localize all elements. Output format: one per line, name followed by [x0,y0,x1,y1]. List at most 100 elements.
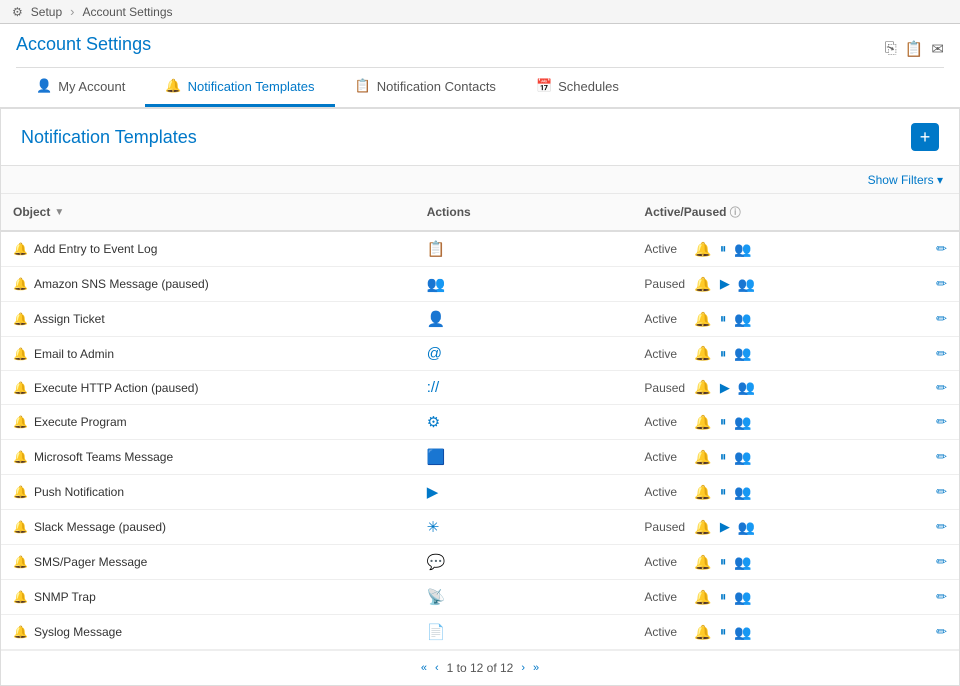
bell-action-icon[interactable]: 🔔 [694,624,711,641]
info-icon: ⓘ [730,207,741,219]
users-icon[interactable]: 👥 [738,379,755,396]
edit-icon[interactable]: ✏ [936,414,947,429]
users-icon[interactable]: 👥 [738,276,755,293]
paste-icon[interactable]: 📋 [905,40,924,58]
pause-icon[interactable]: ⏸ [720,414,727,430]
action-type-icon: :// [427,379,440,396]
cell-edit: ✏ [872,545,959,580]
tabs: 👤 My Account 🔔 Notification Templates 📋 … [16,67,944,107]
bell-action-icon[interactable]: 🔔 [694,519,711,536]
edit-icon[interactable]: ✏ [936,380,947,395]
cell-status: Paused 🔔 ▶ 👥 [632,510,872,545]
users-icon[interactable]: 👥 [734,345,751,362]
tab-my-account[interactable]: 👤 My Account [16,68,145,107]
bell-action-icon[interactable]: 🔔 [694,379,711,396]
col-header-actions: Actions [415,194,633,231]
last-page-button[interactable]: » [533,662,539,674]
cell-edit: ✏ [872,510,959,545]
users-icon[interactable]: 👥 [734,484,751,501]
tab-schedules[interactable]: 📅 Schedules [516,68,639,107]
tab-notification-contacts[interactable]: 📋 Notification Contacts [335,68,516,107]
content-area: Notification Templates + Show Filters ▾ … [0,108,960,686]
add-button[interactable]: + [911,123,939,151]
cell-edit: ✏ [872,405,959,440]
edit-icon[interactable]: ✏ [936,449,947,464]
show-filters-link[interactable]: Show Filters ▾ [868,173,943,187]
users-icon[interactable]: 👥 [738,519,755,536]
cell-status: Active 🔔 ⏸ 👥 [632,405,872,440]
pause-icon[interactable]: ⏸ [720,484,727,500]
table-row: 🔔 SMS/Pager Message 💬 Active 🔔 ⏸ 👥 ✏ [1,545,959,580]
cell-object: 🔔 SMS/Pager Message [1,545,415,580]
play-icon[interactable]: ▶ [720,519,730,535]
bell-row-icon: 🔔 [13,590,28,604]
item-name-label: Add Entry to Event Log [34,242,157,256]
edit-icon[interactable]: ✏ [936,484,947,499]
table-row: 🔔 Syslog Message 📄 Active 🔔 ⏸ 👥 ✏ [1,615,959,650]
play-icon[interactable]: ▶ [720,276,730,292]
status-label: Active [644,450,686,464]
cell-actions: 🟦 [415,440,633,475]
table-row: 🔔 Add Entry to Event Log 📋 Active 🔔 ⏸ 👥 … [1,231,959,267]
account-settings-breadcrumb[interactable]: Account Settings [82,5,172,19]
pause-icon[interactable]: ⏸ [720,346,727,362]
bell-action-icon[interactable]: 🔔 [694,589,711,606]
users-icon[interactable]: 👥 [734,311,751,328]
copy-icon[interactable]: ⎘ [885,40,897,58]
page-header: Account Settings ⎘ 📋 ✉ 👤 My Account 🔔 No… [0,24,960,108]
setup-link[interactable]: Setup [31,5,62,19]
table-row: 🔔 Email to Admin @ Active 🔔 ⏸ 👥 ✏ [1,337,959,371]
email-header-icon[interactable]: ✉ [931,40,944,58]
users-icon[interactable]: 👥 [734,241,751,258]
pause-icon[interactable]: ⏸ [720,241,727,257]
bell-row-icon: 🔔 [13,415,28,429]
cell-status: Active 🔔 ⏸ 👥 [632,440,872,475]
first-page-button[interactable]: « [421,662,427,674]
bell-action-icon[interactable]: 🔔 [694,276,711,293]
bell-action-icon[interactable]: 🔔 [694,554,711,571]
item-name-label: SNMP Trap [34,590,96,604]
pause-icon[interactable]: ⏸ [720,554,727,570]
bell-action-icon[interactable]: 🔔 [694,345,711,362]
next-page-button[interactable]: › [521,662,525,674]
pause-icon[interactable]: ⏸ [720,589,727,605]
user-icon: 👤 [36,78,52,94]
gear-icon: ⚙ [12,5,23,19]
edit-icon[interactable]: ✏ [936,276,947,291]
cell-edit: ✏ [872,615,959,650]
pause-icon[interactable]: ⏸ [720,624,727,640]
pause-icon[interactable]: ⏸ [720,311,727,327]
bell-action-icon[interactable]: 🔔 [694,414,711,431]
col-header-object[interactable]: Object ▼ [1,194,415,231]
edit-icon[interactable]: ✏ [936,589,947,604]
cell-edit: ✏ [872,337,959,371]
users-icon[interactable]: 👥 [734,414,751,431]
bell-action-icon[interactable]: 🔔 [694,484,711,501]
users-icon[interactable]: 👥 [734,589,751,606]
edit-icon[interactable]: ✏ [936,241,947,256]
table-row: 🔔 Assign Ticket 👤 Active 🔔 ⏸ 👥 ✏ [1,302,959,337]
edit-icon[interactable]: ✏ [936,519,947,534]
cell-status: Active 🔔 ⏸ 👥 [632,615,872,650]
users-icon[interactable]: 👥 [734,624,751,641]
edit-icon[interactable]: ✏ [936,311,947,326]
bell-action-icon[interactable]: 🔔 [694,241,711,258]
action-type-icon: 🟦 [427,449,446,466]
cell-status: Active 🔔 ⏸ 👥 [632,302,872,337]
edit-icon[interactable]: ✏ [936,346,947,361]
cell-edit: ✏ [872,267,959,302]
edit-icon[interactable]: ✏ [936,624,947,639]
bell-action-icon[interactable]: 🔔 [694,311,711,328]
bell-action-icon[interactable]: 🔔 [694,449,711,466]
tab-notification-templates[interactable]: 🔔 Notification Templates [145,68,334,107]
pause-icon[interactable]: ⏸ [720,449,727,465]
users-icon[interactable]: 👥 [734,449,751,466]
top-bar: ⚙ Setup › Account Settings [0,0,960,24]
play-icon[interactable]: ▶ [720,380,730,396]
users-icon[interactable]: 👥 [734,554,751,571]
cell-status: Active 🔔 ⏸ 👥 [632,337,872,371]
item-name-label: Assign Ticket [34,312,105,326]
prev-page-button[interactable]: ‹ [435,662,439,674]
edit-icon[interactable]: ✏ [936,554,947,569]
item-name-label: Execute HTTP Action (paused) [34,381,199,395]
